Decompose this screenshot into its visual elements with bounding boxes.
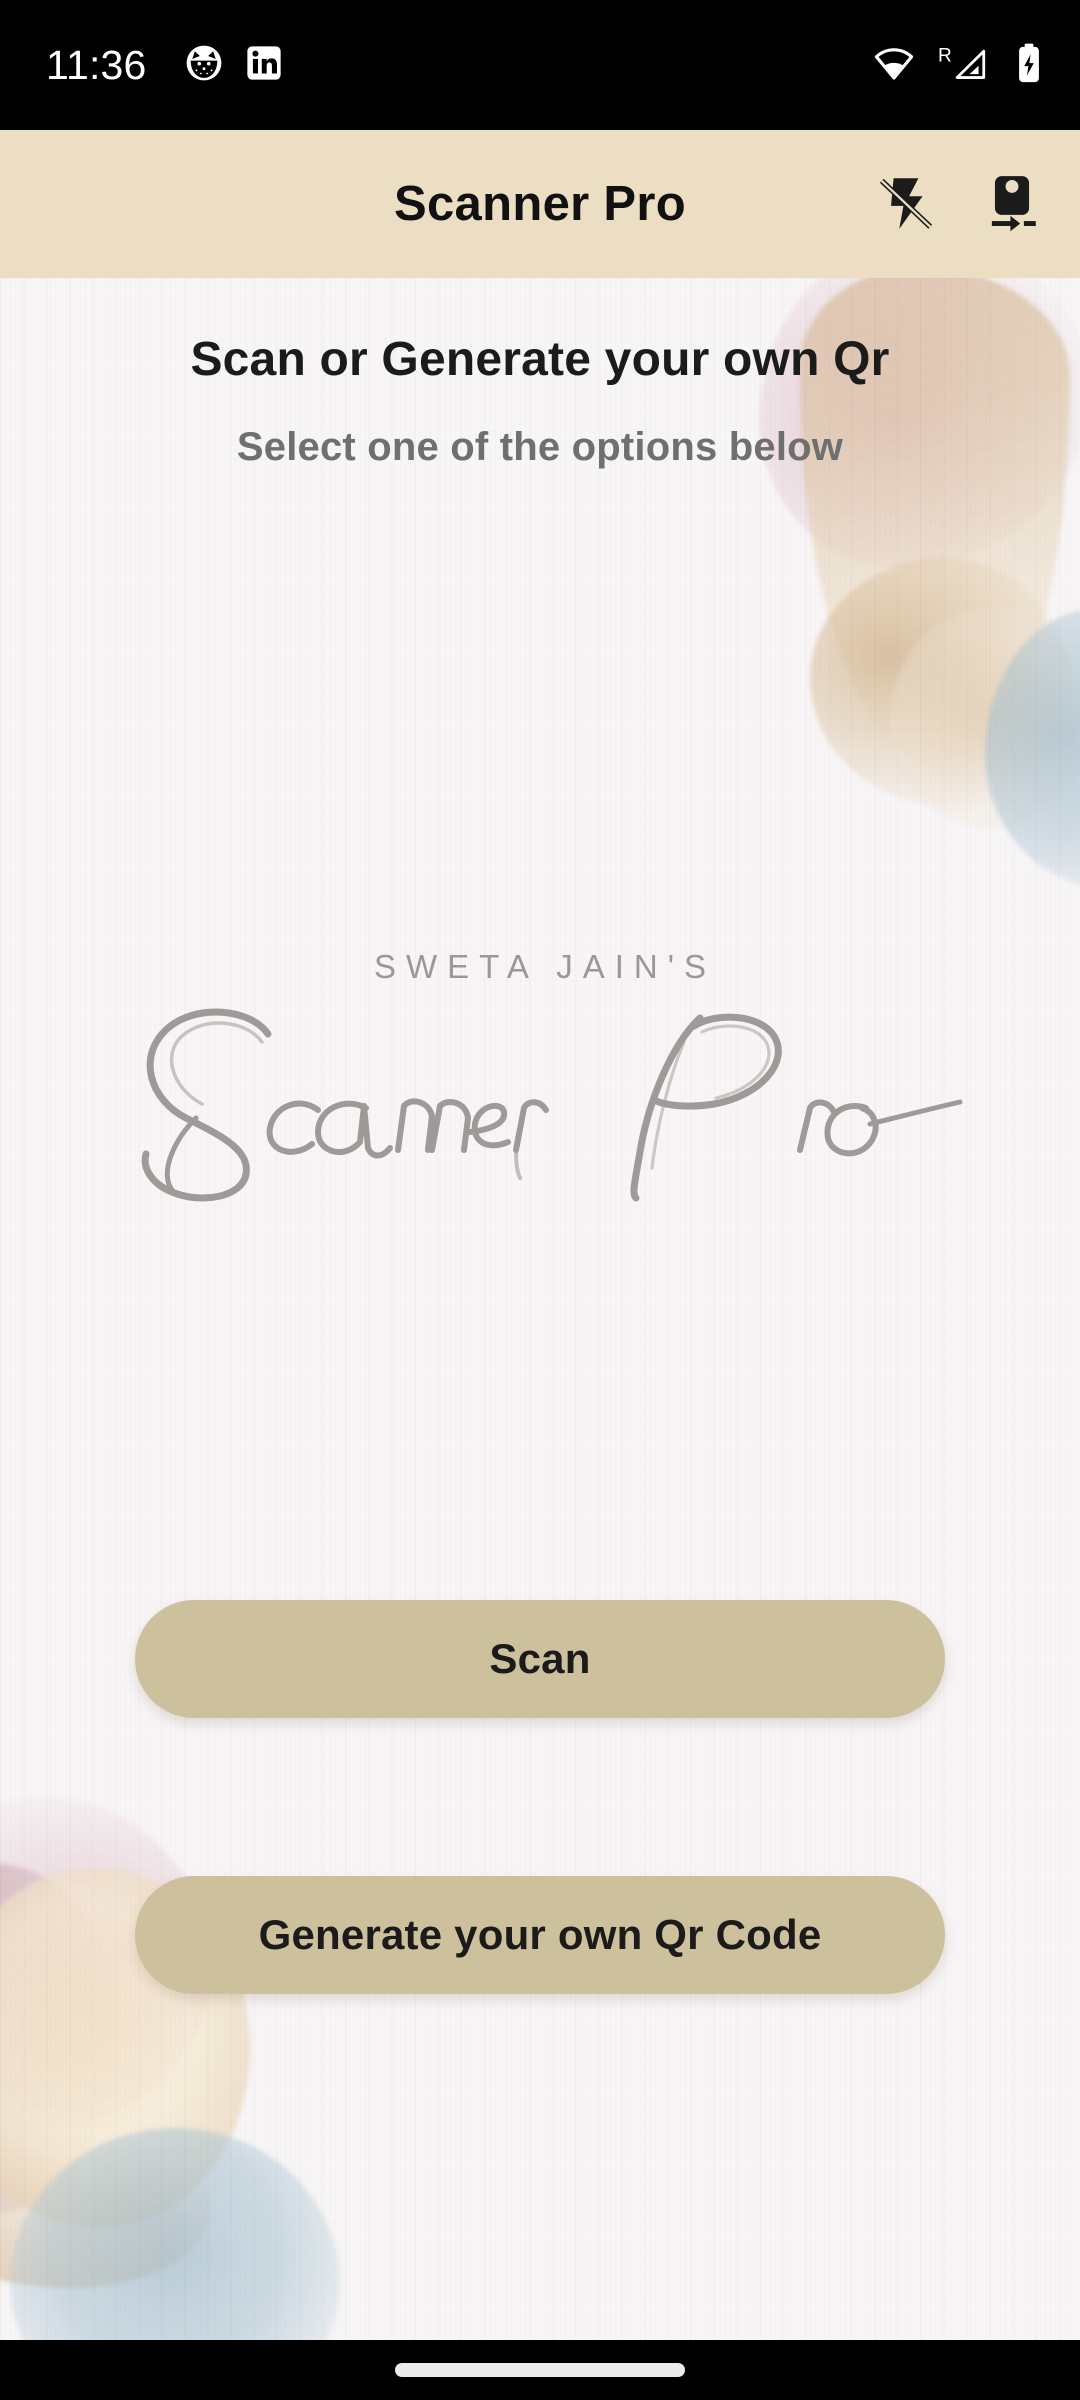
watercolor-blob-tan-top-secondary (810, 558, 1070, 808)
system-navigation-bar (0, 2340, 1080, 2400)
watercolor-blob-cream-top (890, 608, 1080, 828)
home-indicator[interactable] (395, 2363, 685, 2377)
brand-logo: SWETA JAIN'S Scanner Pro (0, 948, 1080, 1202)
app-bar: Scanner Pro (0, 130, 1080, 278)
page-title: Scan or Generate your own Qr (190, 333, 890, 386)
status-bar-system-icons: R (872, 41, 1046, 90)
flash-off-icon (875, 172, 937, 237)
flip-camera-icon (981, 172, 1043, 237)
status-bar: 11:36 R (0, 0, 1080, 130)
brand-logo-kicker: SWETA JAIN'S (373, 948, 717, 985)
page-subtitle: Select one of the options below (236, 425, 844, 469)
roaming-signal-icon: R (938, 41, 990, 90)
paper-texture (0, 278, 1080, 2340)
heading-block: Scan or Generate your own Qr Select one … (0, 278, 1080, 470)
main-content: Scan or Generate your own Qr Select one … (0, 278, 1080, 2340)
phone-screen: 11:36 R Scanner Pro Scan or Generate you… (0, 0, 1080, 2400)
watercolor-blob-blue-bottom (10, 2128, 340, 2340)
app-bar-actions (860, 130, 1058, 278)
generate-qr-button[interactable]: Generate your own Qr Code (135, 1876, 945, 1994)
watercolor-blob-blue-right (985, 608, 1080, 888)
status-bar-clock: 11:36 (46, 41, 147, 88)
scan-button[interactable]: Scan (135, 1600, 945, 1718)
brand-logo-wordmark: Scanner Pro (141, 1008, 963, 1202)
svg-text:R: R (938, 45, 952, 66)
watercolor-blob-tan-bottom (0, 2108, 210, 2288)
status-bar-notification-icons (185, 44, 283, 87)
linkedin-notification-icon (245, 44, 283, 87)
wifi-icon (872, 41, 916, 90)
cat-notification-icon (185, 44, 223, 87)
battery-charging-icon (1012, 41, 1046, 90)
flash-off-button[interactable] (860, 158, 952, 250)
flip-camera-button[interactable] (966, 158, 1058, 250)
